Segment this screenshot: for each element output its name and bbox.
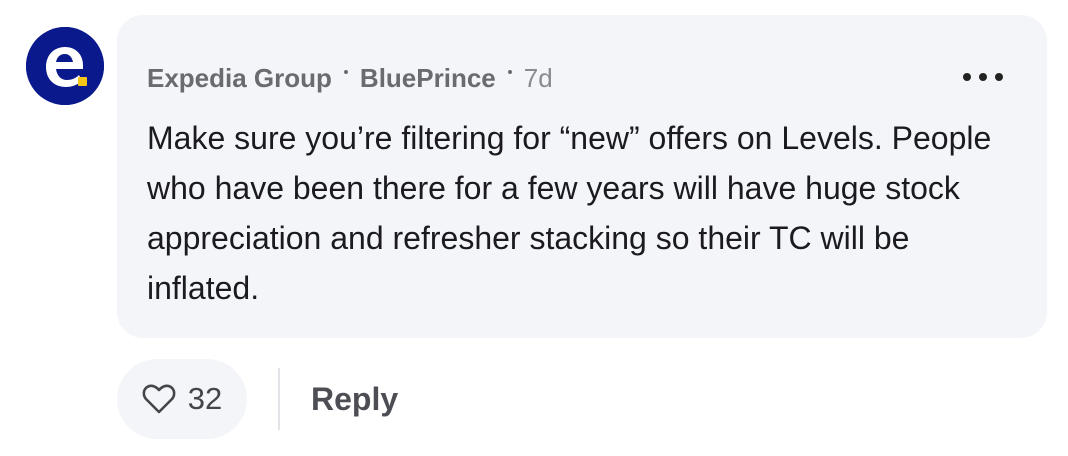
action-divider [278,368,280,430]
like-count: 32 [187,381,223,416]
company-name[interactable]: Expedia Group [147,63,332,94]
reply-button[interactable]: Reply [311,376,398,422]
meta-separator [343,70,348,74]
comment-body: Make sure you’re filtering for “new” off… [147,120,992,306]
expedia-logo-icon [26,27,104,105]
more-horizontal-icon [963,73,971,81]
heart-icon [142,384,176,414]
comment-bubble: Expedia Group BluePrince 7d Make sure yo… [117,15,1047,338]
comment-meta: Expedia Group BluePrince 7d [147,61,553,95]
comment-age: 7d [523,62,553,93]
meta-separator [507,70,512,74]
more-options-button[interactable] [963,65,1003,89]
username[interactable]: BluePrince [360,63,496,94]
company-avatar[interactable] [26,27,104,105]
like-button[interactable]: 32 [117,359,247,439]
